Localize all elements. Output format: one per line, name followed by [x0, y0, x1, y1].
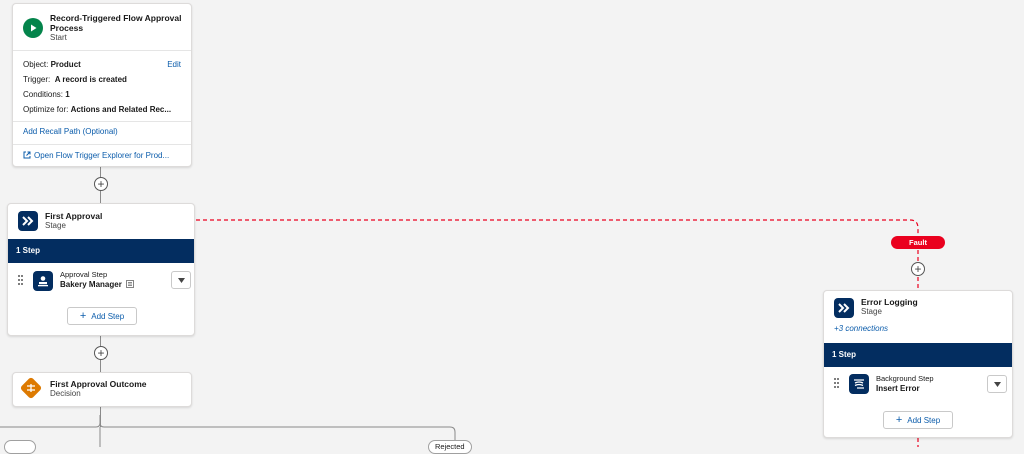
optimize-value: Actions and Related Rec... [70, 105, 172, 114]
add-step-button[interactable]: + Add Step [883, 411, 953, 429]
flow-trigger-explorer-link[interactable]: Open Flow Trigger Explorer for Prod... [23, 151, 169, 161]
object-label: Object: [23, 60, 49, 69]
background-step-icon [849, 374, 869, 394]
external-link-icon [23, 151, 31, 159]
start-subtitle: Start [50, 33, 67, 42]
fault-badge: Fault [891, 236, 945, 249]
step-menu-dropdown[interactable] [171, 271, 191, 289]
add-step-button[interactable]: + Add Step [67, 307, 137, 325]
conditions-value: 1 [65, 90, 70, 99]
decision-subtitle: Decision [50, 389, 81, 398]
stage-icon [834, 298, 854, 318]
object-value: Product [50, 60, 81, 69]
error-logging-stage[interactable]: Error Logging Stage +3 connections 1 Ste… [823, 290, 1013, 438]
conditions-label: Conditions: [23, 90, 64, 99]
approval-step-name: Bakery Manager [60, 280, 122, 289]
play-icon [23, 18, 43, 38]
error-logging-title: Error Logging [861, 297, 918, 307]
list-icon [126, 280, 134, 288]
drag-handle-icon[interactable] [834, 378, 840, 390]
error-logging-subtitle: Stage [861, 307, 882, 316]
decision-icon [19, 376, 43, 400]
add-step-label: Add Step [907, 415, 941, 425]
edit-link[interactable]: Edit [167, 60, 181, 70]
flow-trigger-explorer-label: Open Flow Trigger Explorer for Prod... [34, 151, 170, 160]
add-element-button[interactable]: + [94, 177, 108, 191]
step-menu-dropdown[interactable] [987, 375, 1007, 393]
background-step-name: Insert Error [876, 384, 920, 393]
trigger-value: A record is created [54, 75, 127, 84]
decision-node[interactable]: First Approval Outcome Decision [12, 372, 192, 407]
add-recall-path-link[interactable]: Add Recall Path (Optional) [23, 127, 118, 137]
first-approval-stage[interactable]: First Approval Stage 1 Step Approval Ste… [7, 203, 195, 336]
add-element-button-3[interactable]: + [911, 262, 925, 276]
optimize-label: Optimize for: [23, 105, 69, 114]
connections-link[interactable]: +3 connections [834, 324, 888, 334]
first-approval-subtitle: Stage [45, 221, 66, 230]
plus-icon: + [895, 414, 903, 426]
stage-icon [18, 211, 38, 231]
step-count-bar: 1 Step [824, 343, 1012, 367]
approval-step-name-row: Bakery Manager [60, 280, 134, 290]
branch-pill-left[interactable] [4, 440, 36, 454]
approval-step-icon [33, 271, 53, 291]
approval-step-type: Approval Step [60, 270, 108, 279]
chevron-down-icon [993, 381, 1001, 387]
start-title: Record-Triggered Flow Approval Process [50, 13, 182, 33]
start-node[interactable]: Record-Triggered Flow Approval Process S… [12, 3, 192, 167]
decision-title: First Approval Outcome [50, 379, 147, 389]
step-count-bar: 1 Step [8, 239, 194, 263]
plus-icon: + [79, 310, 87, 322]
rejected-branch-pill[interactable]: Rejected [428, 440, 472, 454]
add-element-button-2[interactable]: + [94, 346, 108, 360]
background-step-type: Background Step [876, 374, 934, 383]
drag-handle-icon[interactable] [18, 275, 24, 287]
first-approval-title: First Approval [45, 211, 103, 221]
trigger-label: Trigger: [23, 75, 51, 84]
add-step-label: Add Step [91, 311, 125, 321]
chevron-down-icon [177, 277, 185, 283]
